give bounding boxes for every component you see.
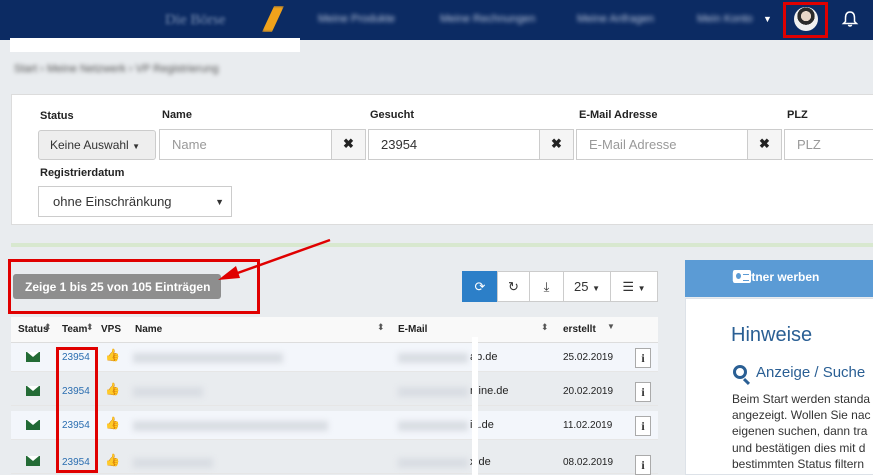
list-icon: ☰ [622,279,635,294]
annotation-arrow-icon [218,238,331,280]
partner-werben-button[interactable]: Partner werben [685,260,873,297]
plz-filter-label: PLZ [787,109,808,121]
brand-logo-text[interactable]: Die Börse [165,12,225,29]
reload-icon: ↻ [508,279,519,294]
hint-text-line: bestimmten Status filtern [732,457,865,471]
redacted-name [133,353,283,363]
column-header-team[interactable]: Team [62,324,87,335]
mail-icon[interactable] [26,420,40,430]
status-dropdown[interactable]: Keine Auswahl ▼ [38,130,156,160]
search-clear-button[interactable]: ✖ [539,129,574,160]
notification-bell-icon[interactable] [841,10,859,28]
nav-item-invoices[interactable]: Meine Rechnungen [440,13,535,25]
nav-item-requests[interactable]: Meine Anfragen [577,13,654,25]
hint-text-line: eigenen suchen, dann tra [732,424,868,438]
thumbs-up-icon: 👍 [105,382,120,396]
plz-input[interactable]: PLZ [784,129,873,160]
mail-icon[interactable] [26,456,40,466]
column-header-email[interactable]: E-Mail [398,324,427,335]
download-icon: ⤓ [543,279,550,294]
hints-subtitle: Anzeige / Suche [756,364,866,381]
page-size-value: 25 [573,279,589,294]
thumbs-up-icon: 👍 [105,416,120,430]
caret-down-icon: ▼ [637,284,646,293]
team-column-highlight-box [56,347,98,473]
regdate-filter-label: Registrierdatum [40,167,125,179]
created-date: 20.02.2019 [563,386,614,397]
sort-icon[interactable]: ⬍ [377,322,385,333]
chevron-down-icon[interactable]: ▼ [763,14,772,24]
column-header-name[interactable]: Name [135,324,162,335]
column-header-created[interactable]: erstellt [563,324,596,335]
columns-dropdown[interactable]: ☰ ▼ [610,271,658,302]
redacted-name [133,387,203,397]
created-date: 11.02.2019 [563,420,613,431]
redacted-name [133,421,328,431]
redaction-strip [472,337,478,475]
hint-text-line: Beim Start werden standa [732,392,871,406]
thumbs-up-icon: 👍 [105,348,120,362]
email-filter-label: E-Mail Adresse [579,109,658,121]
sort-icon[interactable]: ⬍ [44,322,52,333]
regdate-select-value: ohne Einschränkung [53,194,172,209]
status-dropdown-value: Keine Auswahl [50,138,129,152]
info-button[interactable]: i [635,416,651,436]
search-filter-label: Gesucht [370,109,415,121]
redacted-email [398,458,468,468]
user-avatar-highlight[interactable] [783,2,828,38]
redacted-email [398,421,468,431]
info-button[interactable]: i [635,455,651,475]
id-card-icon [733,270,751,283]
redacted-name [133,458,213,468]
mail-icon[interactable] [26,386,40,396]
brand-logo-mark [262,6,284,32]
info-button[interactable]: i [635,382,651,402]
status-filter-label: Status [40,110,74,122]
caret-down-icon: ▼ [132,142,140,151]
caret-down-icon: ▼ [215,197,224,207]
avatar[interactable] [794,7,818,31]
caret-down-icon: ▼ [592,284,600,293]
breadcrumb[interactable]: Start › Meine Netzwerk › VP Registrierun… [14,63,219,75]
search-icon [733,365,747,379]
sort-icon[interactable]: ⬍ [86,322,94,333]
hints-title: Hinweise [731,324,813,346]
thumbs-up-icon: 👍 [105,453,120,467]
info-button[interactable]: i [635,348,651,368]
redaction-strip [10,38,300,52]
redacted-email [398,353,468,363]
nav-item-products[interactable]: Meine Produkte [318,13,395,25]
entries-count-badge: Zeige 1 bis 25 von 105 Einträgen [13,274,221,299]
name-filter-label: Name [162,109,192,121]
column-header-vps[interactable]: VPS [101,324,121,335]
sort-icon[interactable]: ⬍ [541,322,549,333]
progress-divider [11,243,873,247]
search-input[interactable]: 23954 [368,129,541,160]
created-date: 08.02.2019 [563,457,614,468]
nav-item-account[interactable]: Mein Konto [697,13,753,25]
top-navbar: Die Börse Meine Produkte Meine Rechnunge… [0,0,873,40]
email-clear-button[interactable]: ✖ [747,129,782,160]
regdate-select[interactable]: ohne Einschränkung ▼ [38,186,232,217]
email-input[interactable]: E-Mail Adresse [576,129,749,160]
reload-button[interactable]: ↻ [497,271,530,302]
page-size-dropdown[interactable]: 25 ▼ [563,271,611,302]
refresh-button[interactable]: ⟳ [462,271,498,302]
name-clear-button[interactable]: ✖ [331,129,366,160]
mail-icon[interactable] [26,352,40,362]
created-date: 25.02.2019 [563,352,614,363]
hint-text-line: und bestätigen dies mit d [732,441,866,455]
sort-desc-icon[interactable]: ▼ [607,322,615,331]
sync-icon: ⟳ [474,279,486,294]
redacted-email [398,387,468,397]
hint-text-line: angezeigt. Wollen Sie nac [732,408,871,422]
name-input[interactable]: Name [159,129,333,160]
export-button[interactable]: ⤓ [529,271,564,302]
